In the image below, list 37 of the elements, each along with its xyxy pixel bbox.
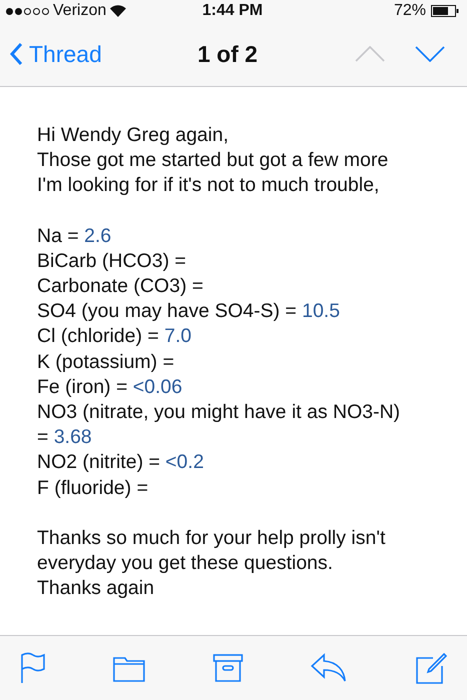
message-line: Na = 2.6 (37, 224, 112, 249)
back-button[interactable]: Thread (10, 40, 198, 68)
message-line: everyday you get these questions. (37, 551, 334, 576)
chevron-left-icon (10, 43, 23, 65)
carrier-name: Verizon (53, 2, 106, 20)
reply-button[interactable] (310, 653, 348, 683)
wifi-icon (110, 5, 126, 17)
battery-percent: 72% (394, 2, 426, 20)
message-line: F (fluoride) = (37, 476, 150, 501)
reply-icon (310, 653, 348, 683)
folder-icon (113, 654, 146, 682)
message-line: Those got me started but got a few more (37, 148, 390, 174)
message-line: Cl (chloride) = 7.0 (37, 324, 192, 350)
folder-button[interactable] (113, 654, 146, 682)
next-button[interactable] (415, 46, 446, 62)
message-line: Thanks so much for your help prolly isn't (37, 526, 386, 551)
compose-button[interactable] (415, 652, 447, 684)
message-line: = 3.68 (37, 425, 93, 450)
message-line: NO3 (nitrate, you might have it as NO3-N) (37, 400, 402, 426)
message-line: BiCarb (HCO3) = (37, 248, 187, 274)
message-line: Hi Wendy Greg again, (37, 123, 230, 148)
message-line: NO2 (nitrite) = <0.2 (37, 450, 205, 476)
message-line: SO4 (you may have SO4-S) = 10.5 (37, 299, 341, 324)
flag-button[interactable] (20, 652, 46, 684)
compose-icon (415, 652, 447, 684)
flag-icon (20, 652, 46, 684)
archive-icon (212, 654, 242, 682)
message-line: K (potassium) = (37, 350, 176, 375)
message-position: 1 of 2 (197, 40, 258, 68)
battery-icon (431, 5, 459, 17)
message-line: I'm looking for if it's not to much trouble, (37, 173, 380, 198)
message-line: Thanks again (37, 576, 156, 602)
archive-button[interactable] (212, 654, 242, 682)
signal-icon (6, 8, 49, 14)
clock-time: 1:44 PM (202, 2, 263, 19)
message-line: Fe (iron) = <0.06 (37, 374, 184, 400)
message-line: Carbonate (CO3) = (37, 274, 204, 300)
